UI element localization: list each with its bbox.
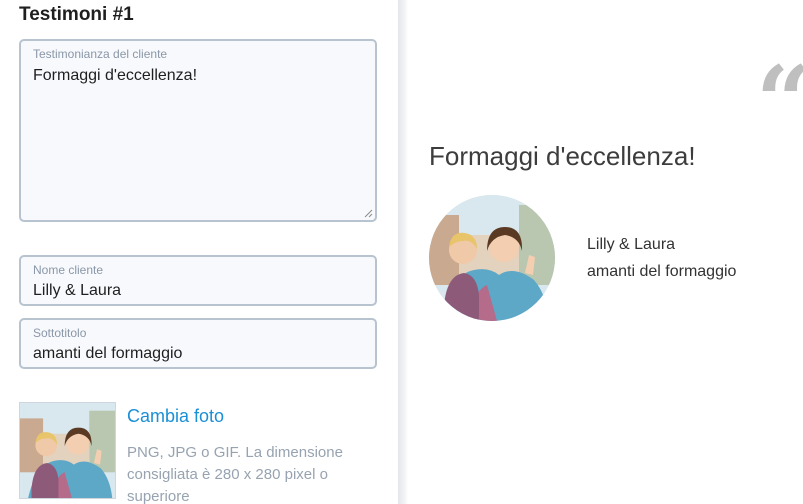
panel-divider [398,0,408,504]
preview-subtitle: amanti del formaggio [587,263,737,280]
testimonial-label: Testimonianza del cliente [33,47,168,61]
customer-name-label: Nome cliente [33,263,104,277]
photo-thumbnail[interactable] [19,402,116,499]
avatar [429,195,555,321]
testimonial-preview-panel: “ Formaggi d'eccellenza! Lilly & Laura a… [408,0,803,504]
preview-customer-name: Lilly & Laura [587,236,676,253]
testimonial-editor-panel: Testimoni #1 Testimonianza del cliente F… [0,0,398,504]
subtitle-label: Sottotitolo [33,326,87,340]
preview-quote-text: Formaggi d'eccellenza! [429,141,696,171]
testimonial-textarea[interactable]: Testimonianza del cliente Formaggi d'ecc… [19,39,377,222]
editor-title: Testimoni #1 [19,4,134,25]
customer-name-field[interactable]: Nome cliente Lilly & Laura [19,255,377,306]
subtitle-field[interactable]: Sottotitolo amanti del formaggio [19,318,377,369]
quote-mark-icon: “ [756,54,803,150]
resize-grip-icon[interactable] [364,209,373,218]
testimonial-value[interactable]: Formaggi d'eccellenza! [33,67,197,85]
subtitle-value[interactable]: amanti del formaggio [33,345,182,363]
customer-name-value[interactable]: Lilly & Laura [33,282,121,300]
change-photo-link[interactable]: Cambia foto [127,406,224,427]
photo-hint-text: PNG, JPG o GIF. La dimensione consigliat… [127,444,343,504]
